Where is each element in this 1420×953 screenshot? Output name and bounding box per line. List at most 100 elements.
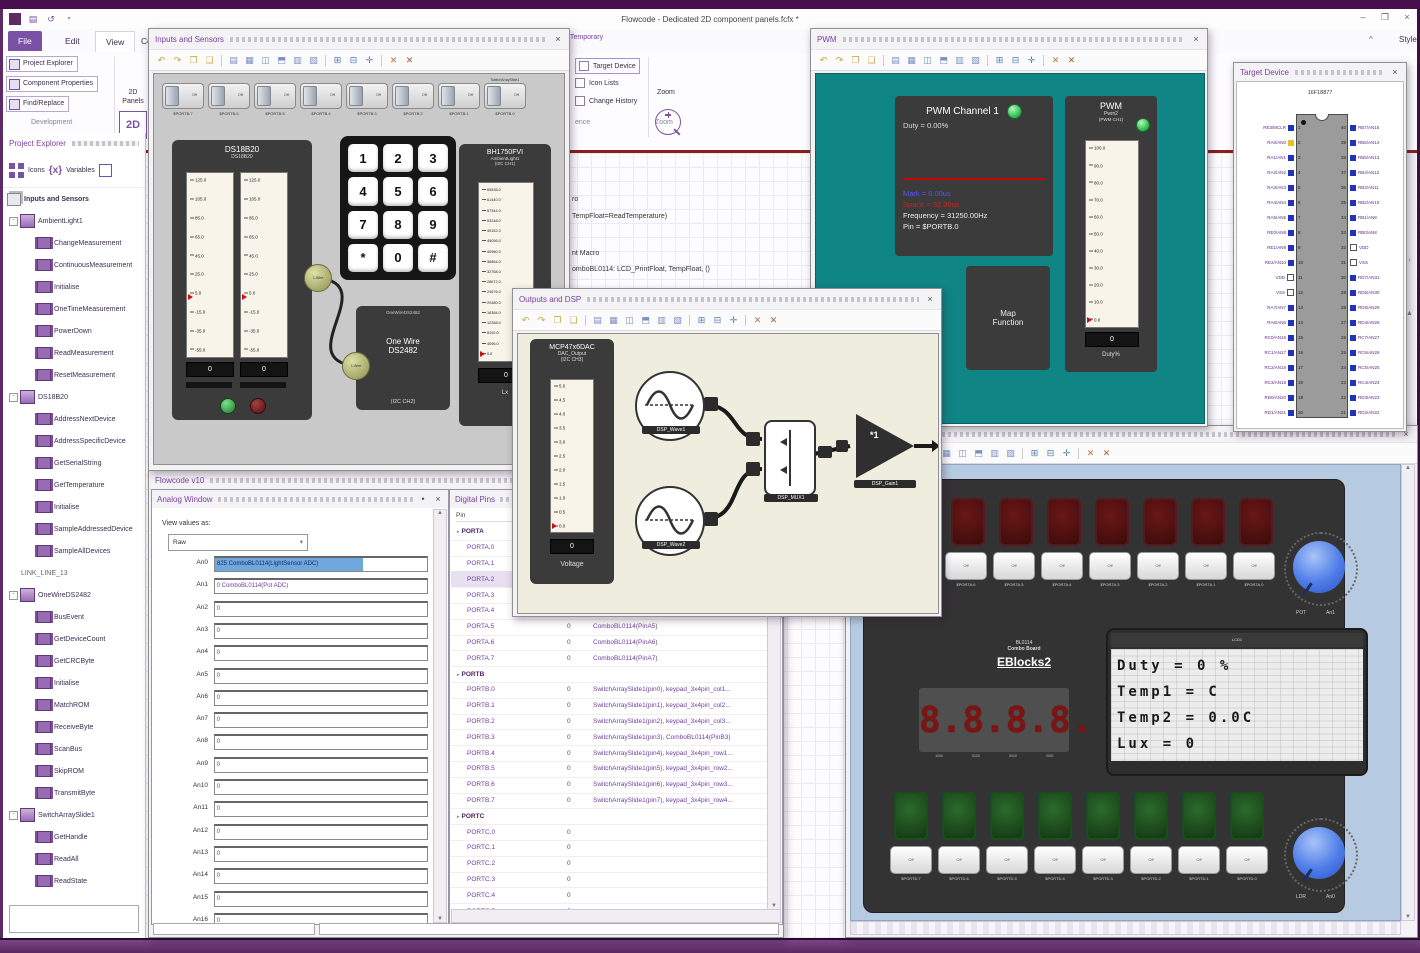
toolbar-icon[interactable]: ▦ bbox=[243, 54, 256, 67]
toolbar-icon[interactable]: ⬒ bbox=[275, 54, 288, 67]
tree-item[interactable]: Initialise bbox=[3, 672, 145, 694]
toolbar-icon[interactable]: ▦ bbox=[607, 314, 620, 327]
toolbar-icon[interactable]: ⊞ bbox=[1028, 447, 1041, 460]
tree-item[interactable]: LINK_LINE_13 bbox=[3, 562, 145, 584]
board-switch[interactable]: Off bbox=[1185, 552, 1227, 580]
board-switch[interactable]: Off bbox=[1041, 552, 1083, 580]
tree-item[interactable]: SampleAddressedDevice bbox=[3, 518, 145, 540]
keypad-key[interactable]: 4 bbox=[348, 177, 378, 206]
tree-item[interactable]: GetDeviceCount bbox=[3, 628, 145, 650]
board-switch[interactable]: Off bbox=[1130, 846, 1172, 874]
digital-pin-row[interactable]: PORTC.3 0 bbox=[451, 872, 769, 889]
tree-item[interactable]: Inputs and Sensors bbox=[3, 188, 145, 210]
digital-pin-row[interactable]: PORTA.5 0 ComboBL0114(PinA5) bbox=[451, 619, 769, 636]
toolbar-icon[interactable]: ❐ bbox=[187, 54, 200, 67]
target-device-caption[interactable]: Target Device × bbox=[1234, 63, 1406, 81]
board-switch[interactable]: Off bbox=[993, 552, 1035, 580]
close-icon[interactable]: × bbox=[1191, 34, 1201, 44]
tree-item[interactable]: ResetMeasurement bbox=[3, 364, 145, 386]
tree-item[interactable]: - OneWireDS2482 bbox=[3, 584, 145, 606]
tree-item[interactable]: OneTimeMeasurement bbox=[3, 298, 145, 320]
digital-hscrollbar[interactable] bbox=[451, 909, 781, 923]
pot-knob[interactable] bbox=[1293, 541, 1345, 593]
tree-item[interactable]: TransmitByte bbox=[3, 782, 145, 804]
toolbar-icon[interactable]: ⊟ bbox=[347, 54, 360, 67]
slide-switch[interactable]: Off bbox=[208, 83, 250, 109]
toolbar-icon[interactable]: ❐ bbox=[551, 314, 564, 327]
slide-switch[interactable]: Off bbox=[254, 83, 296, 109]
ribbon-collapse-icon[interactable]: ^ bbox=[1369, 35, 1373, 44]
keypad-key[interactable]: 5 bbox=[383, 177, 413, 206]
toolbar-icon[interactable]: ↷ bbox=[535, 314, 548, 327]
board-switch[interactable]: Off bbox=[945, 552, 987, 580]
variables-tab-icon[interactable]: {x} bbox=[49, 165, 62, 176]
toolbar-icon[interactable]: ✕ bbox=[767, 314, 780, 327]
ds18b20-component[interactable]: DS18B20 DS18B20 125.0 105.0 85.0 65.0 45.0 25… bbox=[172, 140, 312, 420]
toolbar-icon[interactable]: ✛ bbox=[1025, 54, 1038, 67]
digital-pin-row[interactable]: PORTA.7 0 ComboBL0114(PinA7) bbox=[451, 650, 769, 668]
toolbar-icon[interactable]: ❏ bbox=[865, 54, 878, 67]
analog-window-caption[interactable]: Analog Window • × bbox=[152, 490, 448, 508]
keypad-key[interactable]: 9 bbox=[418, 210, 448, 239]
analog-row-value[interactable]: 0 bbox=[214, 712, 428, 729]
toolbar-icon[interactable]: ✛ bbox=[727, 314, 740, 327]
toolbar-icon[interactable]: ❐ bbox=[849, 54, 862, 67]
toolbar-icon[interactable]: ⬒ bbox=[937, 54, 950, 67]
analog-row-value[interactable]: 0 bbox=[214, 801, 428, 818]
board-vscrollbar[interactable]: ▲ ▼ bbox=[1401, 464, 1415, 921]
restore-button[interactable]: ❐ bbox=[1377, 12, 1393, 23]
toolbar-icon[interactable]: ▤ bbox=[591, 314, 604, 327]
board-switch[interactable]: Off bbox=[1089, 552, 1131, 580]
keypad-key[interactable]: 8 bbox=[383, 210, 413, 239]
digital-pin-row[interactable]: ▸ PORTC bbox=[451, 808, 769, 826]
toolbar-icon[interactable]: ▧ bbox=[1004, 447, 1017, 460]
toolbar-icon[interactable]: ✕ bbox=[1065, 54, 1078, 67]
toolbar-icon[interactable]: ⊟ bbox=[1044, 447, 1057, 460]
tree-item[interactable]: PowerDown bbox=[3, 320, 145, 342]
toolbar-icon[interactable]: ✕ bbox=[1084, 447, 1097, 460]
dsp-mux-component[interactable] bbox=[764, 420, 816, 496]
minimize-button[interactable]: – bbox=[1355, 12, 1371, 22]
expand-icon[interactable]: - bbox=[9, 810, 18, 820]
board-switch[interactable]: Off bbox=[1034, 846, 1076, 874]
close-icon[interactable]: × bbox=[925, 294, 935, 304]
digital-pin-row[interactable]: ▸ PORTB bbox=[451, 666, 769, 683]
toolbar-icon[interactable]: ✛ bbox=[363, 54, 376, 67]
close-icon[interactable]: × bbox=[553, 34, 563, 44]
toolbar-icon[interactable]: ❏ bbox=[203, 54, 216, 67]
digital-pin-row[interactable]: PORTC.4 0 bbox=[451, 887, 769, 905]
board-hscrollbar[interactable] bbox=[850, 921, 1401, 935]
analog-row-value[interactable]: 0 ComboBL0114(Pot ADC) bbox=[214, 578, 428, 595]
digital-pin-row[interactable]: PORTA.6 0 ComboBL0114(PinA6) bbox=[451, 635, 769, 652]
minimize-icon[interactable]: • bbox=[418, 494, 428, 504]
onewire-component[interactable]: OneWireDS2482 One Wire DS2482 (I2C CH2) bbox=[356, 306, 450, 410]
tree-item[interactable]: ReadAll bbox=[3, 848, 145, 870]
toolbar-icon[interactable]: ◫ bbox=[623, 314, 636, 327]
component-properties-button[interactable]: Component Properties bbox=[6, 76, 99, 92]
analog-row-value[interactable]: 0 bbox=[214, 689, 428, 706]
toolbar-icon[interactable]: ▤ bbox=[889, 54, 902, 67]
pwm-meter-component[interactable]: PWM Pwm2 (PWM CH1) 100.0 90.0 80.0 70.0 60.0… bbox=[1065, 96, 1157, 372]
ldr-knob[interactable] bbox=[1293, 827, 1345, 879]
icons-tab-label[interactable]: Icons bbox=[28, 167, 45, 174]
keypad-key[interactable]: * bbox=[348, 243, 378, 272]
toolbar-icon[interactable]: ⊞ bbox=[331, 54, 344, 67]
pwm-channel-component[interactable]: PWM Channel 1 Duty = 0.00% Mark = 0.00us… bbox=[895, 96, 1053, 256]
toolbar-icon[interactable]: ✕ bbox=[1100, 447, 1113, 460]
board-switch[interactable]: Off bbox=[890, 846, 932, 874]
tree-item[interactable]: BusEvent bbox=[3, 606, 145, 628]
toolbar-icon[interactable]: ↷ bbox=[833, 54, 846, 67]
tab-file[interactable]: File bbox=[8, 31, 42, 51]
slide-switch[interactable]: Off bbox=[300, 83, 342, 109]
view-values-dropdown[interactable]: Raw ▾ bbox=[168, 534, 308, 551]
expand-icon[interactable]: - bbox=[9, 392, 18, 402]
digital-pin-row[interactable]: PORTB.6 0 SwitchArraySlide1(pin6), keypad_… bbox=[451, 777, 769, 794]
tree-item[interactable]: ChangeMeasurement bbox=[3, 232, 145, 254]
tree-item[interactable]: ReceiveByte bbox=[3, 716, 145, 738]
analog-row-value[interactable]: 0 bbox=[214, 779, 428, 795]
toolbar-icon[interactable]: ↶ bbox=[155, 54, 168, 67]
toolbar-icon[interactable]: ⊟ bbox=[711, 314, 724, 327]
analog-row-value[interactable]: 0 bbox=[214, 845, 428, 862]
keypad-component[interactable]: 1 2 3 4 5 6 7 8 9 * 0 # bbox=[340, 136, 456, 280]
toolbar-icon[interactable]: ▧ bbox=[671, 314, 684, 327]
